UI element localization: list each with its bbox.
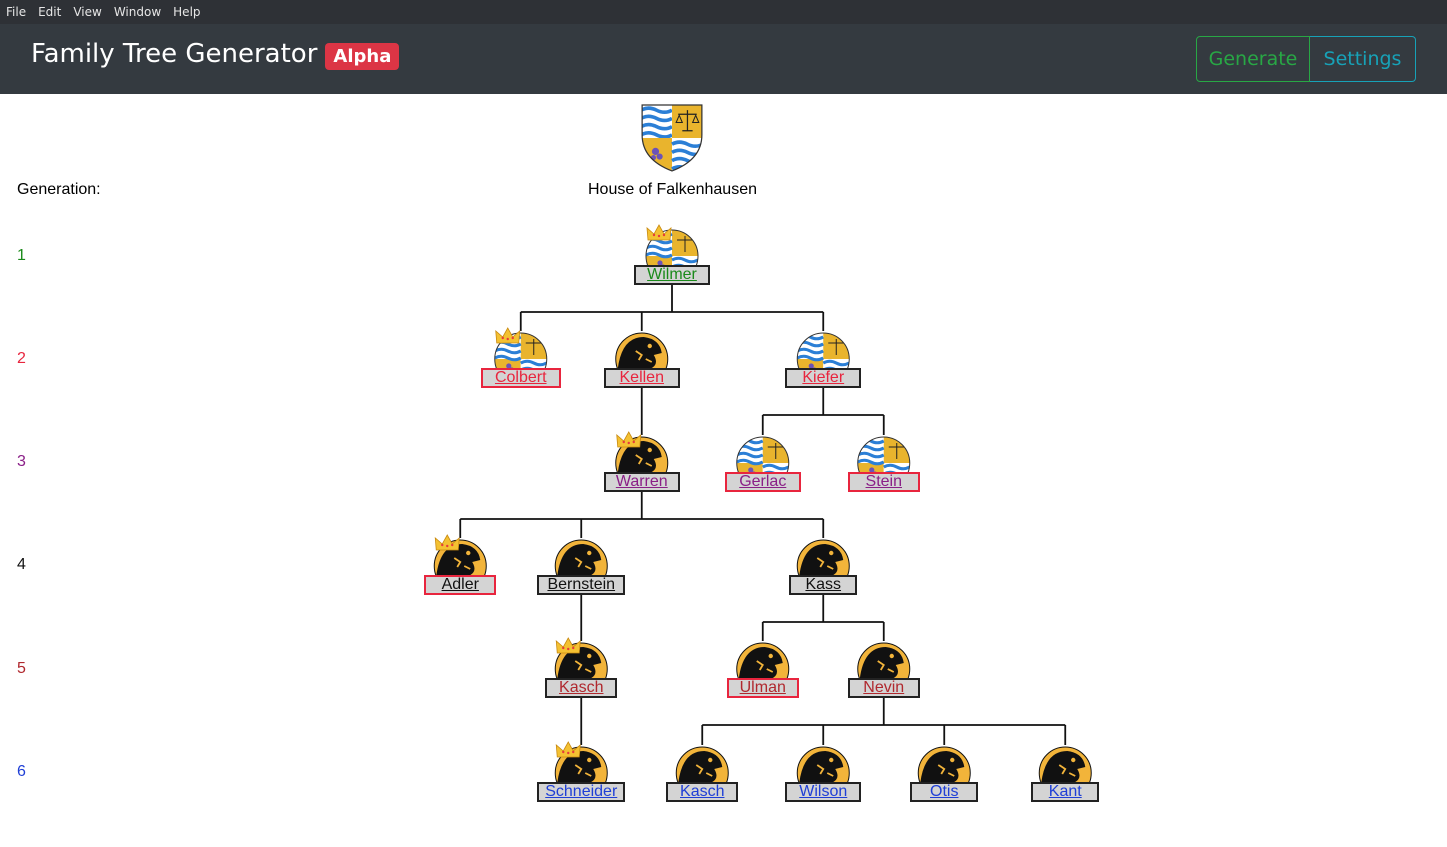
person-name-colbert-2[interactable]: Colbert [480, 368, 561, 388]
person-name-nevin-5[interactable]: Nevin [847, 678, 920, 698]
person-name-kant-6[interactable]: Kant [1031, 782, 1100, 802]
crown-icon [616, 431, 642, 448]
person-name-kasch-6[interactable]: Kasch [666, 782, 739, 802]
crown-icon [646, 224, 672, 241]
person-name-gerlac-3[interactable]: Gerlac [724, 472, 801, 492]
person-name-schneider-6[interactable]: Schneider [537, 782, 626, 802]
person-name-kasch-5[interactable]: Kasch [545, 678, 618, 698]
person-name-kass-4[interactable]: Kass [789, 575, 858, 595]
person-name-warren-3[interactable]: Warren [603, 472, 680, 492]
person-name-bernstein-4[interactable]: Bernstein [537, 575, 626, 595]
person-name-kiefer-2[interactable]: Kiefer [785, 368, 862, 388]
person-name-kellen-2[interactable]: Kellen [603, 368, 680, 388]
crown-icon [495, 327, 521, 344]
person-name-wilmer-1[interactable]: Wilmer [634, 265, 710, 285]
crown-icon [434, 534, 460, 551]
person-name-ulman-5[interactable]: Ulman [726, 678, 799, 698]
person-name-otis-6[interactable]: Otis [910, 782, 979, 802]
person-name-adler-4[interactable]: Adler [424, 575, 497, 595]
person-name-wilson-6[interactable]: Wilson [785, 782, 862, 802]
family-tree [433, 224, 1092, 800]
person-name-stein-3[interactable]: Stein [847, 472, 920, 492]
crown-icon [555, 637, 581, 654]
crown-icon [555, 741, 581, 758]
